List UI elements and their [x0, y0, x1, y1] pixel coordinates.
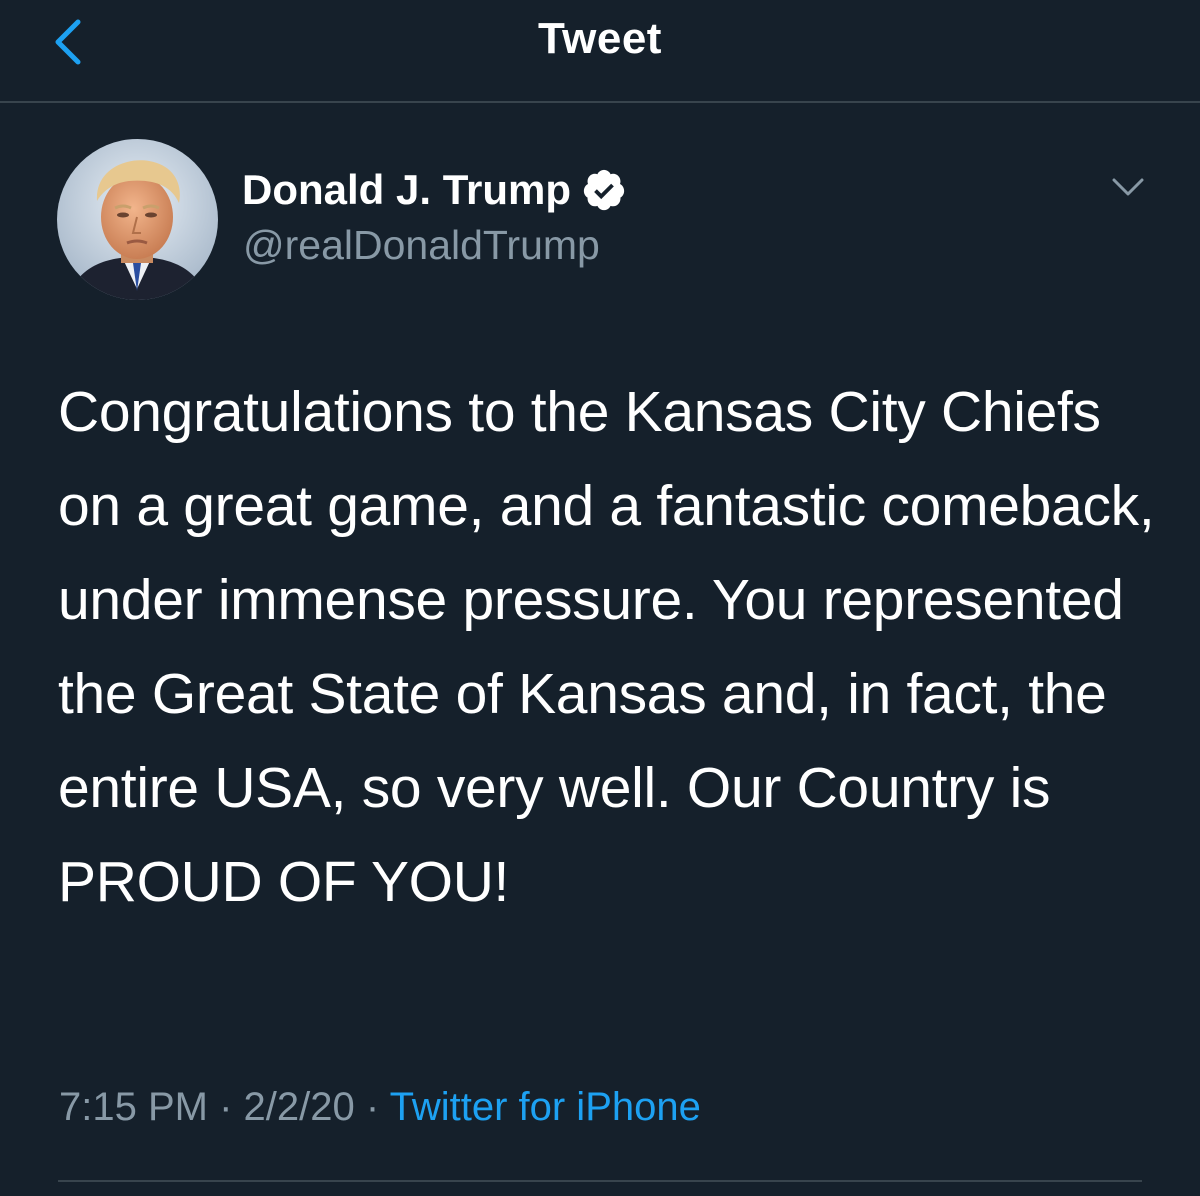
display-name[interactable]: Donald J. Trump	[242, 166, 571, 214]
user-handle[interactable]: @realDonaldTrump	[243, 222, 600, 269]
verified-badge-icon	[581, 167, 627, 213]
meta-separator: ·	[219, 1085, 233, 1129]
author-name-row[interactable]: Donald J. Trump	[242, 164, 627, 216]
tweet-metadata: 7:15 PM · 2/2/20 · Twitter for iPhone	[59, 1085, 701, 1130]
tweet-date: 2/2/20	[243, 1085, 355, 1129]
tweet-text: Congratulations to the Kansas City Chief…	[58, 380, 1155, 914]
chevron-down-icon	[1108, 170, 1148, 206]
avatar[interactable]	[57, 139, 218, 300]
tweet-time: 7:15 PM	[59, 1085, 208, 1129]
page-title: Tweet	[538, 14, 662, 63]
divider	[58, 1180, 1142, 1182]
tweet-source-link[interactable]: Twitter for iPhone	[390, 1085, 701, 1129]
meta-separator: ·	[365, 1085, 380, 1129]
navigation-bar: Tweet	[0, 0, 1200, 103]
tweet-options-button[interactable]	[1108, 170, 1148, 206]
